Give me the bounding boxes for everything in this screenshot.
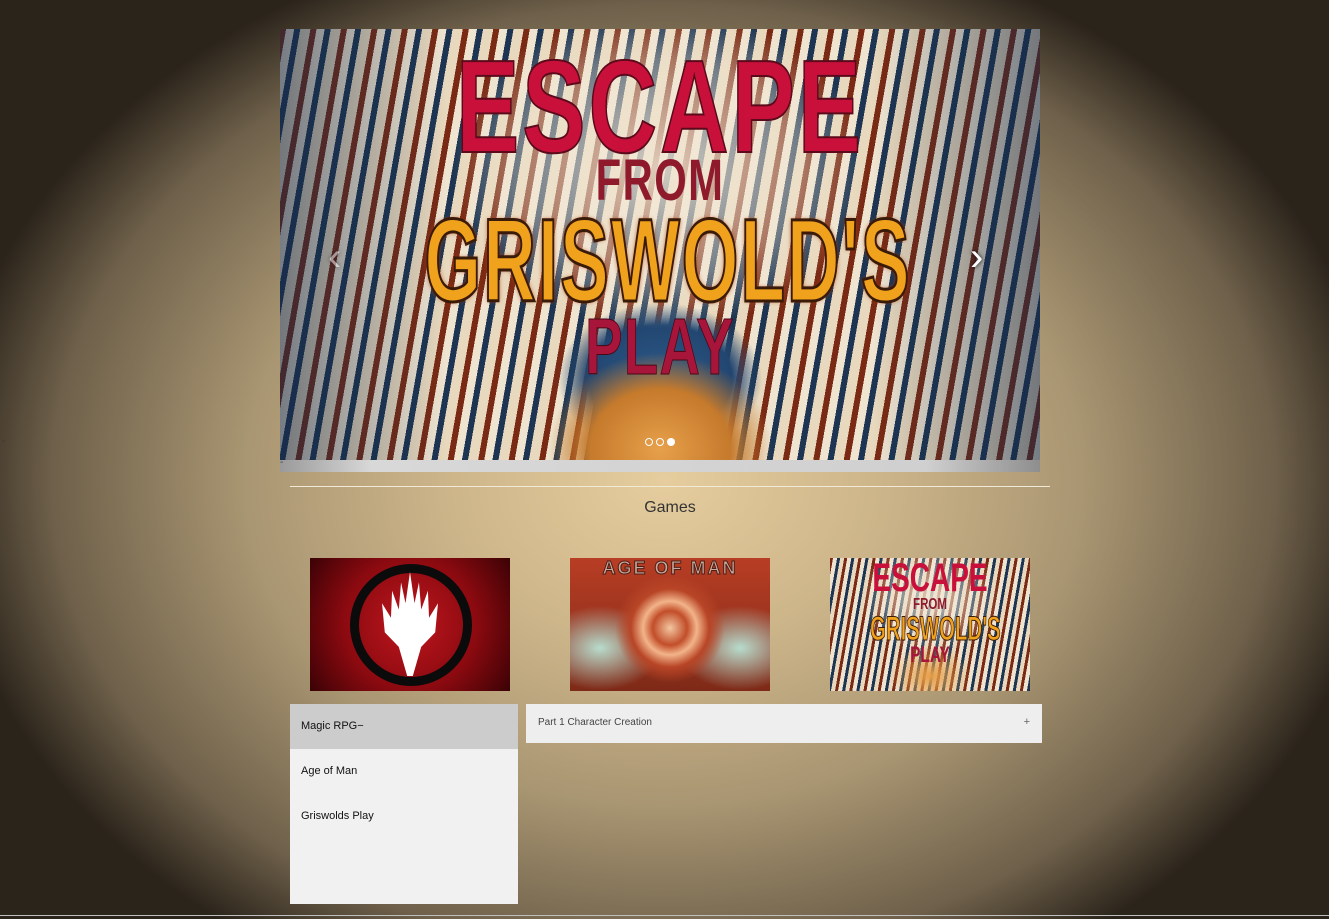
game-tab-magic-rpg[interactable]: Magic RPG− (290, 704, 518, 749)
thumbnail-age-of-man[interactable]: AGE OF MAN (570, 558, 770, 691)
poster-title-play: PLAY (585, 302, 735, 392)
game-tab-age-of-man[interactable]: Age of Man (290, 749, 518, 794)
section-title: Games (644, 499, 696, 516)
carousel-indicator-1[interactable] (645, 438, 653, 446)
accordion-item-character-creation[interactable]: Part 1 Character Creation + (526, 704, 1042, 743)
game-list: Magic RPG− Age of Man Griswolds Play (290, 704, 518, 904)
thumbnail-age-of-man-title: AGE OF MAN (602, 558, 738, 579)
thumbnail-griswolds-play[interactable]: ESCAPE FROM GRISWOLD'S PLAY (830, 558, 1030, 691)
thumbnail-title-play: PLAY (910, 642, 950, 667)
thumbnail-magic-rpg[interactable] (310, 558, 510, 691)
carousel-indicators (645, 438, 675, 446)
section-divider (290, 486, 1050, 487)
accordion-item-label: Part 1 Character Creation (538, 717, 652, 728)
page-bottom-border (0, 915, 1329, 916)
hero-carousel: ESCAPE FROM GRISWOLD'S PLAY ‹ › - (280, 29, 1040, 472)
chevron-right-icon[interactable]: › (970, 237, 983, 277)
chevron-left-icon[interactable]: ‹ (328, 237, 341, 277)
plus-icon[interactable]: + (1024, 716, 1030, 728)
carousel-indicator-3[interactable] (667, 438, 675, 446)
thumbnail-title-escape: ESCAPE (872, 558, 988, 600)
carousel-caption-mark: - (280, 457, 284, 468)
game-tab-griswolds-play[interactable]: Griswolds Play (290, 794, 518, 839)
carousel-slide-image: ESCAPE FROM GRISWOLD'S PLAY (280, 29, 1040, 460)
stray-mark: - (2, 436, 6, 447)
carousel-indicator-2[interactable] (656, 438, 664, 446)
